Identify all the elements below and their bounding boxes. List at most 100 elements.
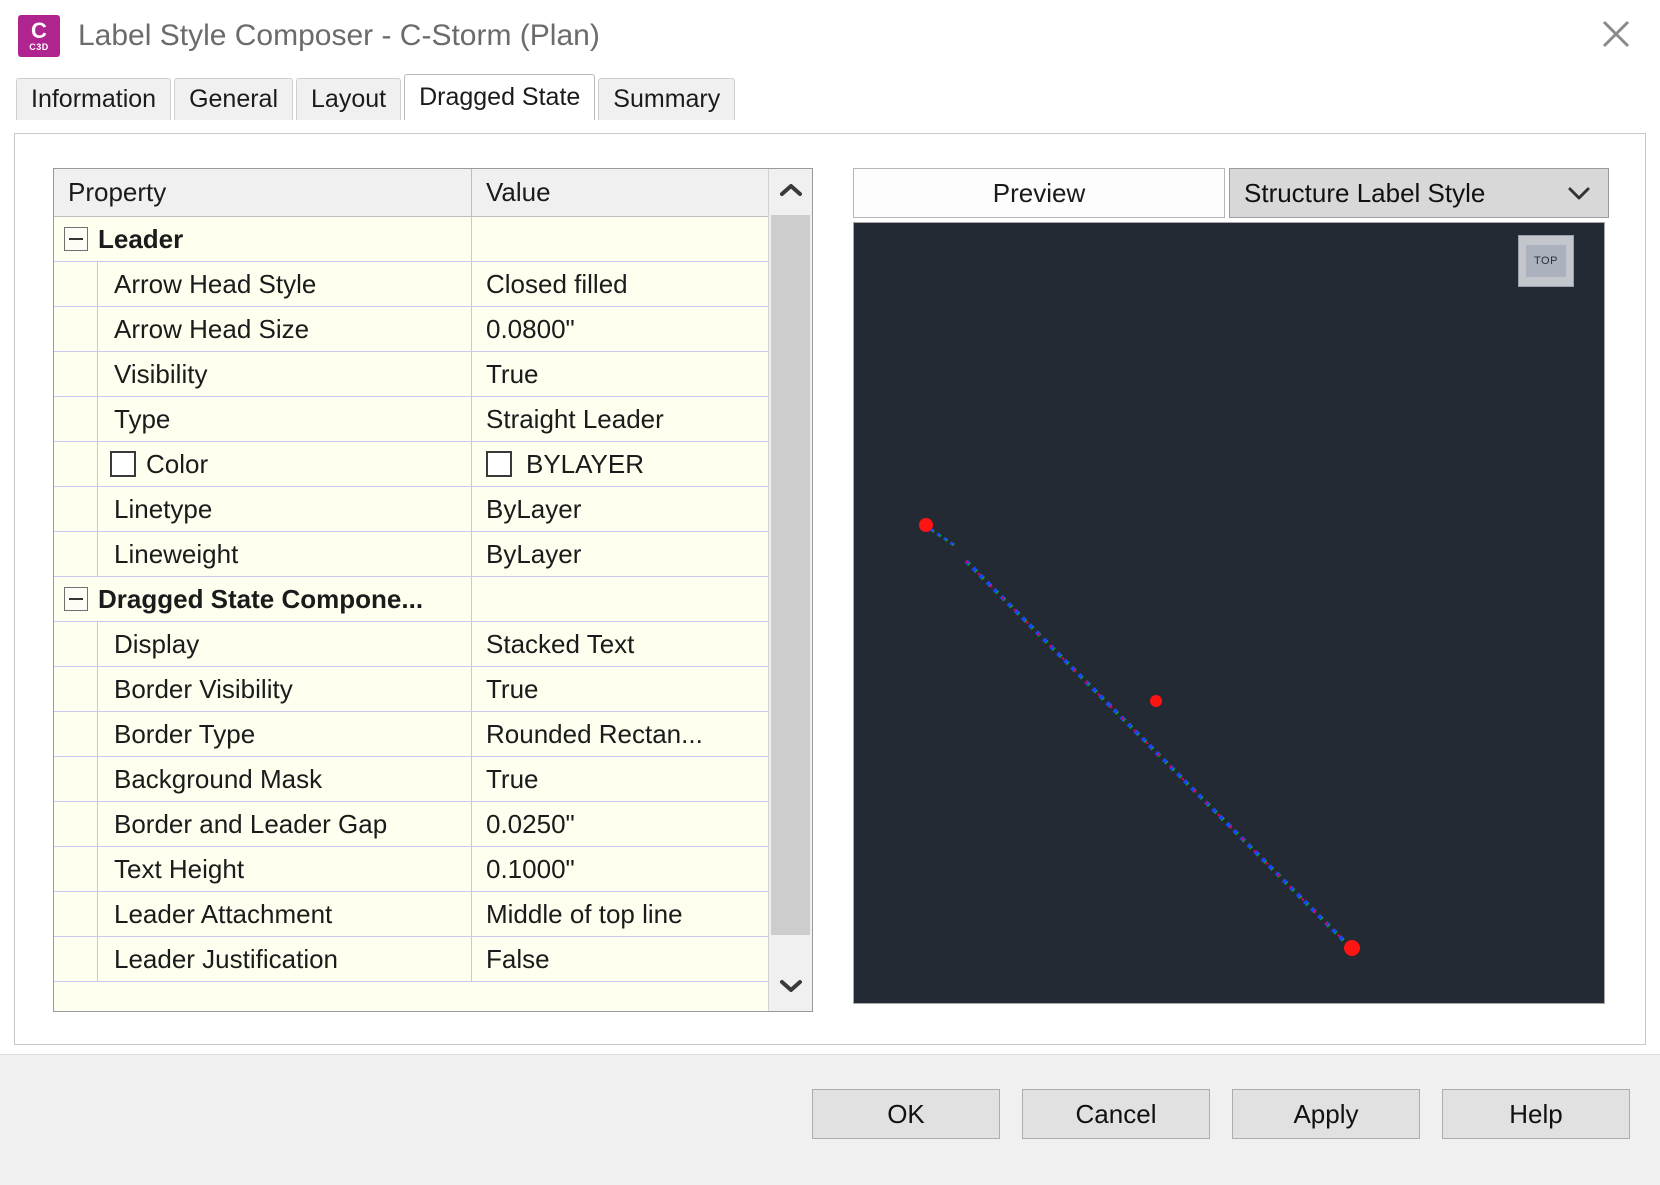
cell-value[interactable]: True [472, 667, 812, 711]
label-style-dropdown[interactable]: Structure Label Style [1229, 168, 1609, 218]
table-row[interactable]: Leader Attachment Middle of top line [54, 892, 812, 937]
cell-value[interactable]: True [472, 352, 812, 396]
column-header-property: Property [54, 169, 472, 216]
table-row[interactable]: Leader [54, 217, 812, 262]
cell-property: Text Height [54, 847, 472, 891]
cell-value[interactable]: 0.0800" [472, 307, 812, 351]
table-row[interactable]: Type Straight Leader [54, 397, 812, 442]
property-value: True [486, 358, 539, 389]
table-row[interactable]: Leader Justification False [54, 937, 812, 982]
cell-value[interactable]: Closed filled [472, 262, 812, 306]
close-button[interactable] [1588, 8, 1644, 60]
property-value: ByLayer [486, 493, 582, 524]
property-value: Stacked Text [486, 628, 635, 659]
collapse-minus-icon[interactable] [64, 587, 88, 611]
table-row[interactable]: Linetype ByLayer [54, 487, 812, 532]
cell-property: Leader Attachment [54, 892, 472, 936]
cell-property: Lineweight [54, 532, 472, 576]
color-swatch[interactable] [110, 451, 136, 477]
row-indent-rail [54, 307, 98, 351]
collapse-minus-icon[interactable] [64, 227, 88, 251]
tab-summary[interactable]: Summary [598, 78, 736, 120]
property-name: Border Type [114, 718, 256, 749]
cell-value[interactable]: True [472, 757, 812, 801]
cell-value[interactable] [472, 577, 812, 621]
property-value: True [486, 763, 539, 794]
cell-value[interactable]: ByLayer [472, 487, 812, 531]
property-name: Arrow Head Style [114, 268, 317, 299]
cell-value[interactable]: 0.1000" [472, 847, 812, 891]
tab-dragged-state[interactable]: Dragged State [404, 74, 596, 120]
cell-value[interactable]: Rounded Rectan... [472, 712, 812, 756]
cell-value[interactable] [472, 217, 812, 261]
tab-label: Information [31, 85, 157, 113]
cell-property: Border Type [54, 712, 472, 756]
cell-value[interactable]: 0.0250" [472, 802, 812, 846]
chevron-down-icon [1564, 183, 1594, 203]
table-row[interactable]: Dragged State Compone... [54, 577, 812, 622]
property-value: 0.0800" [486, 313, 575, 344]
tab-layout[interactable]: Layout [296, 78, 402, 120]
cell-value[interactable]: BYLAYER [472, 442, 812, 486]
cancel-button[interactable]: Cancel [1022, 1089, 1210, 1139]
value-color-swatch[interactable] [486, 451, 512, 477]
cell-value[interactable]: Straight Leader [472, 397, 812, 441]
help-button[interactable]: Help [1442, 1089, 1630, 1139]
civil3d-app-icon: C C3D [18, 15, 60, 57]
property-value: 0.1000" [486, 853, 575, 884]
property-name: Linetype [114, 493, 213, 524]
scrollbar-thumb[interactable] [771, 215, 810, 935]
apply-button[interactable]: Apply [1232, 1089, 1420, 1139]
table-row[interactable]: Text Height 0.1000" [54, 847, 812, 892]
grid-vertical-scrollbar[interactable] [768, 169, 812, 1011]
property-name: Visibility [114, 358, 208, 389]
table-row[interactable]: Border Type Rounded Rectan... [54, 712, 812, 757]
row-indent-rail [54, 757, 98, 801]
table-row[interactable]: Border and Leader Gap 0.0250" [54, 802, 812, 847]
row-indent-rail [54, 442, 98, 486]
scroll-down-button[interactable] [769, 965, 812, 1011]
property-value: Closed filled [486, 268, 628, 299]
cell-property: Leader Justification [54, 937, 472, 981]
table-row[interactable]: Color BYLAYER [54, 442, 812, 487]
cell-value[interactable]: Middle of top line [472, 892, 812, 936]
cell-property: Color [54, 442, 472, 486]
row-indent-rail [54, 397, 98, 441]
table-row[interactable]: Background Mask True [54, 757, 812, 802]
cell-value[interactable]: ByLayer [472, 532, 812, 576]
row-indent-rail [54, 892, 98, 936]
cell-value[interactable]: False [472, 937, 812, 981]
table-row[interactable]: Arrow Head Style Closed filled [54, 262, 812, 307]
row-indent-rail [54, 622, 98, 666]
row-indent-rail [54, 352, 98, 396]
cell-value[interactable]: Stacked Text [472, 622, 812, 666]
table-row[interactable]: Border Visibility True [54, 667, 812, 712]
tab-general[interactable]: General [174, 78, 294, 120]
property-name: Color [146, 448, 209, 479]
property-grid-header: Property Value [54, 169, 812, 217]
table-row[interactable]: Visibility True [54, 352, 812, 397]
row-indent-rail [54, 847, 98, 891]
property-name: Border and Leader Gap [114, 808, 388, 839]
table-row[interactable]: Display Stacked Text [54, 622, 812, 667]
tab-label: General [189, 85, 279, 113]
ok-button[interactable]: OK [812, 1089, 1000, 1139]
cell-property: Dragged State Compone... [54, 577, 472, 621]
table-row[interactable]: Lineweight ByLayer [54, 532, 812, 577]
row-indent-rail [54, 532, 98, 576]
preview-header: Preview Structure Label Style [853, 168, 1609, 218]
preview-canvas[interactable]: TOP [853, 222, 1605, 1004]
tab-strip: Information General Layout Dragged State… [0, 72, 1660, 120]
scroll-up-button[interactable] [769, 169, 812, 215]
tab-information[interactable]: Information [16, 78, 172, 120]
property-value: BYLAYER [526, 448, 645, 479]
property-value: ByLayer [486, 538, 582, 569]
table-row[interactable]: Arrow Head Size 0.0800" [54, 307, 812, 352]
button-label: OK [887, 1098, 925, 1129]
column-header-value: Value [486, 177, 551, 207]
row-indent-rail [54, 667, 98, 711]
property-grid: Property Value Leader Arrow Head Style Clo… [53, 168, 813, 1012]
viewcube[interactable]: TOP [1518, 235, 1574, 287]
preview-pane: Preview Structure Label Style TOP [853, 168, 1609, 1012]
cell-property: Linetype [54, 487, 472, 531]
